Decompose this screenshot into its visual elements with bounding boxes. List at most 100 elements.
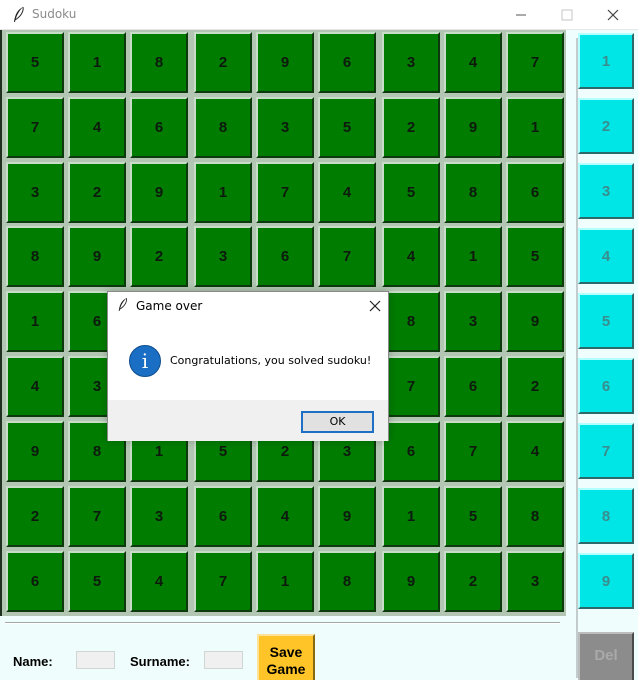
number-button[interactable]: 8 (578, 488, 634, 544)
sudoku-cell[interactable]: 4 (256, 486, 314, 547)
sudoku-cell[interactable]: 4 (382, 226, 440, 287)
number-button[interactable]: 9 (578, 553, 634, 609)
sudoku-cell[interactable]: 5 (68, 551, 126, 612)
dialog-footer: OK (108, 400, 388, 441)
sudoku-cell[interactable]: 6 (382, 421, 440, 482)
sudoku-cell[interactable]: 4 (6, 356, 64, 417)
info-glyph: i (141, 349, 149, 373)
sudoku-cell[interactable]: 6 (506, 162, 564, 223)
sudoku-cell[interactable]: 7 (506, 32, 564, 93)
sudoku-cell[interactable]: 6 (194, 486, 252, 547)
sudoku-cell[interactable]: 4 (506, 421, 564, 482)
sudoku-cell[interactable]: 8 (382, 291, 440, 352)
sudoku-cell[interactable]: 4 (130, 551, 188, 612)
sudoku-cell[interactable]: 8 (6, 226, 64, 287)
ok-button[interactable]: OK (301, 411, 374, 433)
sudoku-cell[interactable]: 5 (318, 97, 376, 158)
sudoku-cell[interactable]: 3 (382, 32, 440, 93)
sudoku-cell[interactable]: 3 (6, 162, 64, 223)
sudoku-cell[interactable]: 3 (256, 97, 314, 158)
sudoku-cell[interactable]: 2 (444, 551, 502, 612)
sudoku-cell[interactable]: 4 (318, 162, 376, 223)
number-button[interactable]: 2 (578, 98, 634, 154)
number-button[interactable]: 5 (578, 293, 634, 349)
sudoku-cell[interactable]: 8 (444, 162, 502, 223)
save-label-line1: Save (269, 644, 303, 660)
sudoku-cell[interactable]: 6 (444, 356, 502, 417)
sudoku-cell[interactable]: 9 (444, 97, 502, 158)
dialog-title: Game over (136, 299, 203, 313)
sudoku-cell[interactable]: 7 (6, 97, 64, 158)
sudoku-cell[interactable]: 2 (130, 226, 188, 287)
sudoku-cell[interactable]: 7 (444, 421, 502, 482)
info-icon: i (129, 345, 161, 377)
minimize-button[interactable] (498, 0, 544, 30)
name-label: Name: (13, 654, 53, 669)
sudoku-cell[interactable]: 8 (130, 32, 188, 93)
number-button[interactable]: 4 (578, 228, 634, 284)
sudoku-cell[interactable]: 2 (68, 162, 126, 223)
bottom-separator (5, 622, 560, 624)
sudoku-cell[interactable]: 2 (506, 356, 564, 417)
surname-input[interactable] (204, 651, 243, 669)
sudoku-cell[interactable]: 5 (444, 486, 502, 547)
name-input[interactable] (76, 651, 115, 669)
sudoku-cell[interactable]: 9 (6, 421, 64, 482)
sudoku-cell[interactable]: 8 (318, 551, 376, 612)
sudoku-cell[interactable]: 9 (318, 486, 376, 547)
sudoku-cell[interactable]: 7 (68, 486, 126, 547)
sudoku-cell[interactable]: 1 (68, 32, 126, 93)
number-button[interactable]: 3 (578, 163, 634, 219)
maximize-icon (561, 9, 573, 21)
sudoku-cell[interactable]: 9 (382, 551, 440, 612)
delete-button[interactable]: Del (578, 632, 634, 680)
number-button[interactable]: 6 (578, 358, 634, 414)
sudoku-cell[interactable]: 6 (256, 226, 314, 287)
sudoku-cell[interactable]: 5 (506, 226, 564, 287)
sudoku-cell[interactable]: 2 (382, 97, 440, 158)
number-button[interactable]: 1 (578, 33, 634, 89)
sudoku-cell[interactable]: 3 (444, 291, 502, 352)
sudoku-cell[interactable]: 1 (382, 486, 440, 547)
close-icon (369, 300, 381, 312)
sudoku-cell[interactable]: 1 (256, 551, 314, 612)
sudoku-cell[interactable]: 1 (506, 97, 564, 158)
sudoku-cell[interactable]: 6 (6, 551, 64, 612)
sudoku-cell[interactable]: 1 (194, 162, 252, 223)
feather-icon (118, 298, 127, 311)
dialog-close-button[interactable] (364, 296, 386, 316)
sudoku-cell[interactable]: 5 (6, 32, 64, 93)
sudoku-cell[interactable]: 8 (506, 486, 564, 547)
close-icon (607, 9, 619, 21)
sudoku-cell[interactable]: 1 (444, 226, 502, 287)
save-label-line2: Game (266, 661, 306, 677)
sudoku-cell[interactable]: 1 (6, 291, 64, 352)
sudoku-cell[interactable]: 3 (130, 486, 188, 547)
sudoku-cell[interactable]: 7 (318, 226, 376, 287)
sudoku-cell[interactable]: 5 (382, 162, 440, 223)
sudoku-cell[interactable]: 4 (68, 97, 126, 158)
sudoku-cell[interactable]: 7 (382, 356, 440, 417)
sudoku-cell[interactable]: 7 (256, 162, 314, 223)
sudoku-cell[interactable]: 9 (506, 291, 564, 352)
sudoku-cell[interactable]: 2 (6, 486, 64, 547)
sudoku-cell[interactable]: 8 (194, 97, 252, 158)
sudoku-cell[interactable]: 7 (194, 551, 252, 612)
sudoku-cell[interactable]: 2 (194, 32, 252, 93)
save-game-button[interactable]: Save Game (257, 634, 315, 680)
sudoku-cell[interactable]: 9 (256, 32, 314, 93)
sudoku-cell[interactable]: 3 (194, 226, 252, 287)
sudoku-cell[interactable]: 3 (506, 551, 564, 612)
number-button[interactable]: 7 (578, 423, 634, 479)
window-titlebar: Sudoku (0, 0, 638, 30)
maximize-button[interactable] (544, 0, 590, 30)
sudoku-cell[interactable]: 6 (318, 32, 376, 93)
sudoku-cell[interactable]: 6 (130, 97, 188, 158)
feather-icon (14, 6, 24, 22)
close-window-button[interactable] (590, 0, 636, 30)
sudoku-cell[interactable]: 4 (444, 32, 502, 93)
game-over-dialog: Game over i Congratulations, you solved … (107, 291, 389, 441)
sudoku-cell[interactable]: 9 (68, 226, 126, 287)
surname-label: Surname: (130, 654, 190, 669)
sudoku-cell[interactable]: 9 (130, 162, 188, 223)
